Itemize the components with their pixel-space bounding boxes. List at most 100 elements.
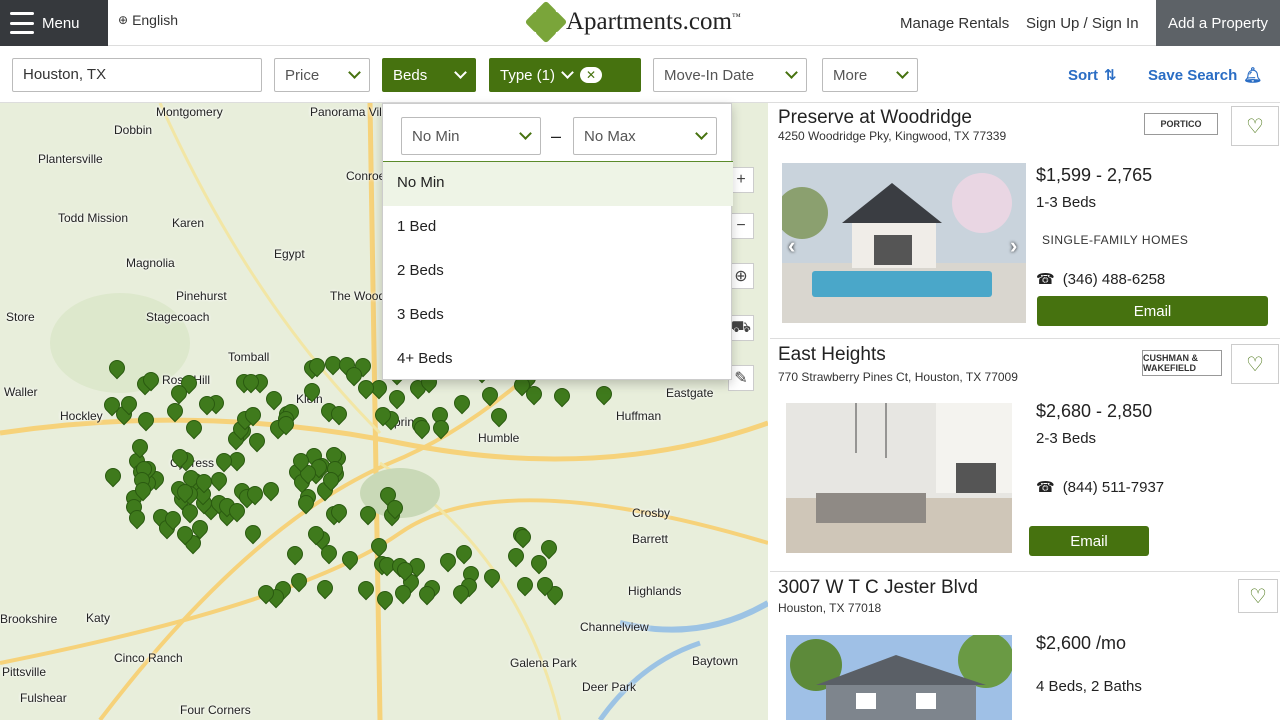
map-pin[interactable] [373,405,391,429]
save-search-button[interactable]: Save Search 🔔︎ [1148,66,1262,85]
map-pin[interactable] [194,472,212,496]
map-pin[interactable] [515,575,533,599]
price-filter-button[interactable]: Price [274,58,370,92]
listing-phone[interactable]: ☎︎ (844) 511-7937 [1036,478,1164,497]
listing-phone[interactable]: ☎︎ (346) 488-6258 [1036,270,1165,289]
next-photo-icon[interactable]: › [1010,233,1017,259]
site-logo[interactable]: Apartments.com™ [524,0,741,44]
move-in-date-button[interactable]: Move-In Date [653,58,807,92]
email-button[interactable]: Email [1029,526,1149,556]
map-pin[interactable] [175,482,193,506]
map-pin[interactable] [431,418,449,442]
map-pin[interactable] [452,393,470,417]
map-pin[interactable] [127,508,145,532]
listing-photo[interactable]: ‹ › [782,163,1026,323]
listing-card[interactable]: Preserve at Woodridge 4250 Woodridge Pky… [770,103,1280,339]
map-pin[interactable] [489,406,507,430]
beds-option-1[interactable]: 1 Bed [383,206,733,250]
map-pin[interactable] [119,394,137,418]
map-pin[interactable] [451,583,469,607]
map-pin[interactable] [594,384,612,408]
map-pin[interactable] [289,571,307,595]
more-filters-button[interactable]: More [822,58,918,92]
beds-filter-button[interactable]: Beds [382,58,476,92]
listing-card[interactable]: 3007 W T C Jester Blvd Houston, TX 77018… [770,573,1280,720]
listing-photo[interactable] [786,403,1012,553]
email-button[interactable]: Email [1037,296,1268,326]
listing-card[interactable]: East Heights 770 Strawberry Pines Ct, Ho… [770,340,1280,572]
map-pin[interactable] [535,575,553,599]
map-pin[interactable] [136,410,154,434]
listing-title[interactable]: Preserve at Woodridge [778,107,972,129]
map-pin[interactable] [285,544,303,568]
map-pin[interactable] [385,498,403,522]
map-pin[interactable] [321,470,339,494]
map-pin[interactable] [395,560,413,584]
map-pin[interactable] [329,502,347,526]
map-pin[interactable] [358,504,376,528]
map-pin[interactable] [175,524,193,548]
map-pin[interactable] [170,447,188,471]
add-property-button[interactable]: Add a Property [1156,0,1280,46]
favorite-button[interactable]: ♡ [1238,579,1278,613]
map-pin[interactable] [302,381,320,405]
map-pin[interactable] [256,583,274,607]
map-pin[interactable] [529,553,547,577]
map-pin[interactable] [356,579,374,603]
beds-option-4plus[interactable]: 4+ Beds [383,338,733,382]
beds-option-2[interactable]: 2 Beds [383,250,733,294]
map-pin[interactable] [243,405,261,429]
clear-type-icon[interactable]: ✕ [580,67,603,83]
beds-option-no-min[interactable]: No Min [383,162,733,206]
map-pin[interactable] [356,378,374,402]
location-search-input[interactable]: Houston, TX [12,58,262,92]
map-pin[interactable] [184,418,202,442]
map-pin[interactable] [107,358,125,382]
language-selector[interactable]: ⊕ English [118,12,178,28]
map-pin[interactable] [480,385,498,409]
map-pin[interactable] [133,480,151,504]
map-pin[interactable] [214,451,232,475]
map-pin[interactable] [103,466,121,490]
map-pin[interactable] [438,551,456,575]
map-pin[interactable] [197,394,215,418]
map-pin[interactable] [169,383,187,407]
map-pin[interactable] [243,523,261,547]
map-pin[interactable] [319,543,337,567]
type-filter-button[interactable]: Type (1) ✕ [489,58,641,92]
map-pin[interactable] [245,484,263,508]
map-pin[interactable] [340,549,358,573]
map-pin[interactable] [552,386,570,410]
menu-button[interactable]: Menu [0,0,108,46]
listing-title[interactable]: East Heights [778,344,886,366]
map-pin[interactable] [130,437,148,461]
manage-rentals-link[interactable]: Manage Rentals [900,15,1009,32]
map-pin[interactable] [412,418,430,442]
favorite-button[interactable]: ♡ [1231,344,1279,384]
map-pin[interactable] [524,384,542,408]
prev-photo-icon[interactable]: ‹ [788,233,795,259]
listing-photo[interactable] [786,635,1012,720]
map-pin[interactable] [102,395,120,419]
map-pin[interactable] [276,414,294,438]
map-pin[interactable] [307,356,325,380]
map-pin[interactable] [141,370,159,394]
min-beds-select[interactable]: No Min [401,117,541,155]
beds-option-3[interactable]: 3 Beds [383,294,733,338]
map-pin[interactable] [513,527,531,551]
map-pin[interactable] [329,404,347,428]
map-pin[interactable] [296,493,314,517]
map-pin[interactable] [315,578,333,602]
map-pin[interactable] [241,372,259,396]
map-pin[interactable] [291,451,309,475]
map-pin[interactable] [482,567,500,591]
map-pin[interactable] [261,480,279,504]
favorite-button[interactable]: ♡ [1231,106,1279,146]
map-pin[interactable] [417,584,435,608]
map-pin[interactable] [375,589,393,613]
map-pin[interactable] [393,583,411,607]
listing-title[interactable]: 3007 W T C Jester Blvd [778,577,978,599]
sort-button[interactable]: Sort ⇅ [1068,66,1117,85]
max-beds-select[interactable]: No Max [573,117,717,155]
sign-in-link[interactable]: Sign Up / Sign In [1026,15,1139,32]
